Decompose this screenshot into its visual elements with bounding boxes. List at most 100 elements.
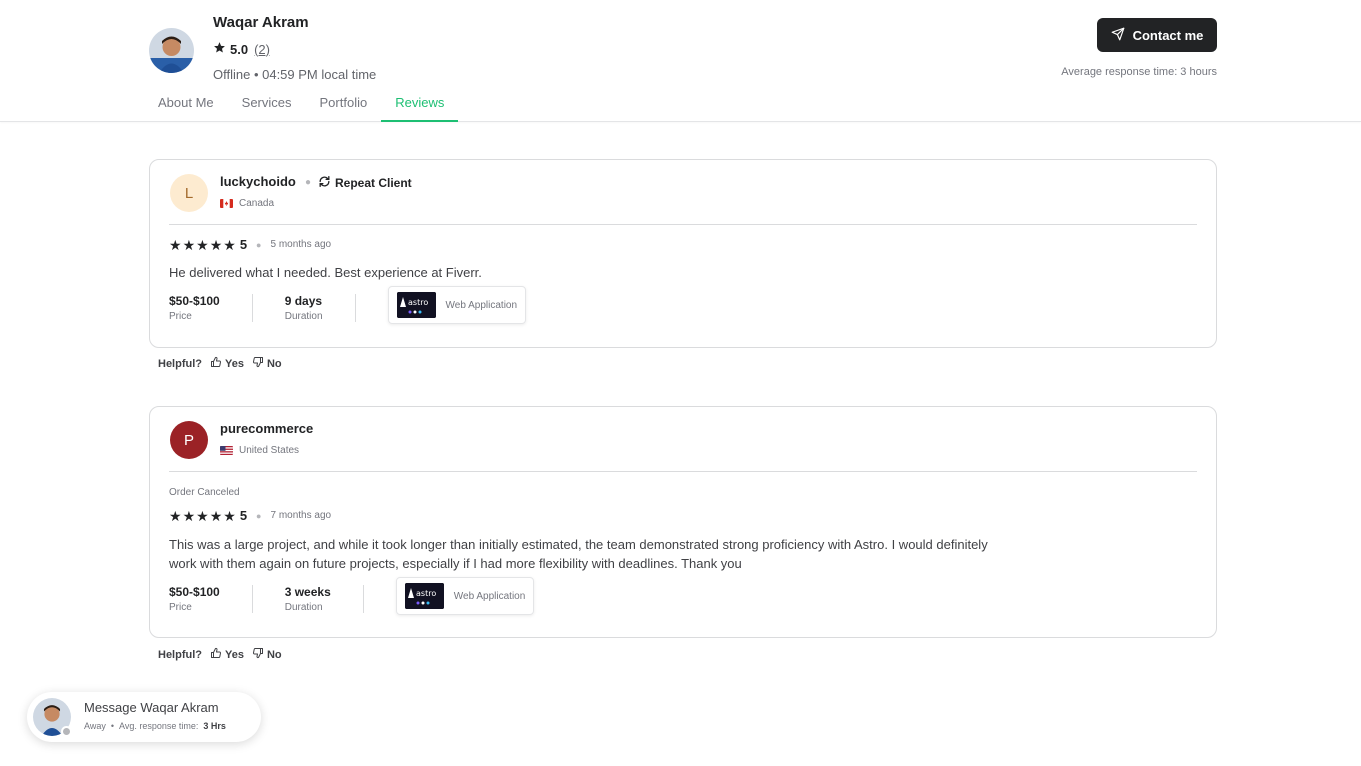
- tab-portfolio[interactable]: Portfolio: [306, 88, 382, 122]
- away-status-dot: [61, 726, 72, 737]
- yes-label: Yes: [225, 357, 244, 370]
- duration-label: Duration: [284, 311, 323, 322]
- tab-reviews[interactable]: Reviews: [381, 88, 459, 122]
- gig-label: Web Application: [453, 590, 526, 602]
- yes-label: Yes: [225, 648, 244, 661]
- availability-status: Away: [84, 721, 106, 731]
- reviewer-country: Canada: [220, 198, 274, 209]
- reviewer-avatar: P: [170, 421, 208, 459]
- country-name: United States: [239, 445, 300, 456]
- helpful-row: Helpful? Yes No: [158, 356, 282, 371]
- no-label: No: [266, 648, 282, 661]
- star-icon: ★: [196, 236, 209, 253]
- star-icon: ★: [182, 236, 196, 253]
- us-flag-icon: [220, 446, 233, 455]
- review-card: L luckychoido ● Repeat Client Canada ★ ★…: [149, 159, 1217, 348]
- repeat-client-badge: Repeat Client: [318, 175, 412, 191]
- price-label: Price: [169, 311, 192, 322]
- star-icon: ★: [223, 236, 236, 253]
- seller-status: Offline • 04:59 PM local time: [213, 67, 377, 82]
- price-value: $50-$100: [169, 294, 220, 308]
- duration-value: 9 days: [284, 294, 323, 308]
- duration-label: Duration: [284, 602, 323, 613]
- star-icon: ★: [209, 507, 223, 524]
- message-title: Message Waqar Akram: [84, 700, 219, 715]
- price-block: $50-$100 Price: [169, 585, 253, 613]
- repeat-client-label: Repeat Client: [335, 176, 412, 190]
- message-subtitle: Away • Avg. response time: 3 Hrs: [84, 721, 226, 731]
- reviewer-country: United States: [220, 445, 299, 456]
- message-seller-bubble[interactable]: Message Waqar Akram Away • Avg. response…: [27, 692, 261, 742]
- helpful-row: Helpful? Yes No: [158, 647, 282, 662]
- price-block: $50-$100 Price: [169, 294, 253, 322]
- helpful-label: Helpful?: [158, 357, 202, 370]
- star-icon: ★: [209, 236, 223, 253]
- star-icon: [213, 41, 226, 57]
- contact-me-label: Contact me: [1132, 27, 1204, 43]
- thumbs-up-icon: [210, 647, 222, 662]
- rating-count-link[interactable]: (2): [254, 42, 270, 57]
- repeat-icon: [318, 175, 331, 191]
- no-label: No: [266, 357, 282, 370]
- helpful-label: Helpful?: [158, 648, 202, 661]
- review-time-ago: 7 months ago: [270, 510, 332, 521]
- price-value: $50-$100: [169, 585, 220, 599]
- duration-block: 3 weeks Duration: [285, 585, 364, 613]
- seller-avatar[interactable]: [149, 28, 194, 73]
- star-icon: ★: [223, 507, 236, 524]
- helpful-yes-button[interactable]: Yes: [210, 356, 244, 371]
- review-score: 5: [239, 237, 248, 252]
- separator-dot: •: [110, 721, 115, 731]
- reviewer-initial: P: [183, 431, 194, 449]
- thumbs-down-icon: [252, 356, 264, 371]
- helpful-no-button[interactable]: No: [252, 647, 282, 662]
- tab-services[interactable]: Services: [228, 88, 306, 122]
- helpful-yes-button[interactable]: Yes: [210, 647, 244, 662]
- review-text: He delivered what I needed. Best experie…: [169, 265, 482, 280]
- response-value: 3 Hrs: [203, 721, 226, 731]
- review-meta: $50-$100 Price 3 weeks Duration astro We…: [169, 577, 535, 615]
- star-icon: ★: [169, 507, 182, 524]
- star-icon: ★: [196, 507, 209, 524]
- reviewer-name[interactable]: luckychoido: [220, 174, 296, 189]
- star-icon: ★: [182, 507, 196, 524]
- average-response-time: Average response time: 3 hours: [1061, 66, 1217, 78]
- separator-dot: ●: [305, 177, 312, 188]
- rating-score: 5.0: [230, 41, 249, 57]
- svg-text:astro: astro: [408, 298, 428, 307]
- review-rating: ★ ★ ★ ★ ★ 5 ● 7 months ago: [169, 508, 331, 523]
- gig-label: Web Application: [445, 299, 518, 311]
- separator-dot: ●: [256, 510, 262, 521]
- country-name: Canada: [239, 198, 275, 209]
- review-time-ago: 5 months ago: [270, 239, 332, 250]
- review-text: This was a large project, and while it t…: [169, 537, 988, 571]
- profile-header: Waqar Akram 5.0 (2) Offline • 04:59 PM l…: [0, 0, 1361, 122]
- astro-logo-icon: astro: [396, 292, 436, 318]
- separator-dot: ●: [256, 239, 262, 250]
- profile-tabs: About Me Services Portfolio Reviews: [144, 88, 459, 122]
- duration-value: 3 weeks: [284, 585, 331, 599]
- response-prefix: Avg. response time:: [119, 721, 199, 731]
- helpful-no-button[interactable]: No: [252, 356, 282, 371]
- duration-block: 9 days Duration: [285, 294, 356, 322]
- thumbs-down-icon: [252, 647, 264, 662]
- gig-chip[interactable]: astro Web Application: [387, 286, 527, 324]
- reviewer-avatar: L: [170, 174, 208, 212]
- review-score: 5: [239, 508, 248, 523]
- reviewer-name[interactable]: purecommerce: [220, 421, 313, 436]
- review-meta: $50-$100 Price 9 days Duration astro Web…: [169, 286, 527, 324]
- contact-me-button[interactable]: Contact me: [1097, 18, 1217, 52]
- gig-chip[interactable]: astro Web Application: [395, 577, 535, 615]
- tab-about-me[interactable]: About Me: [144, 88, 228, 122]
- seller-name: Waqar Akram: [213, 14, 309, 31]
- review-rating: ★ ★ ★ ★ ★ 5 ● 5 months ago: [169, 237, 331, 252]
- star-icon: ★: [169, 236, 182, 253]
- price-label: Price: [169, 602, 192, 613]
- astro-logo-icon: astro: [404, 583, 444, 609]
- divider: [169, 224, 1197, 225]
- canada-flag-icon: [220, 199, 233, 208]
- thumbs-up-icon: [210, 356, 222, 371]
- order-status: Order Canceled: [169, 487, 240, 498]
- svg-text:astro: astro: [416, 589, 436, 598]
- reviewer-initial: L: [184, 184, 194, 202]
